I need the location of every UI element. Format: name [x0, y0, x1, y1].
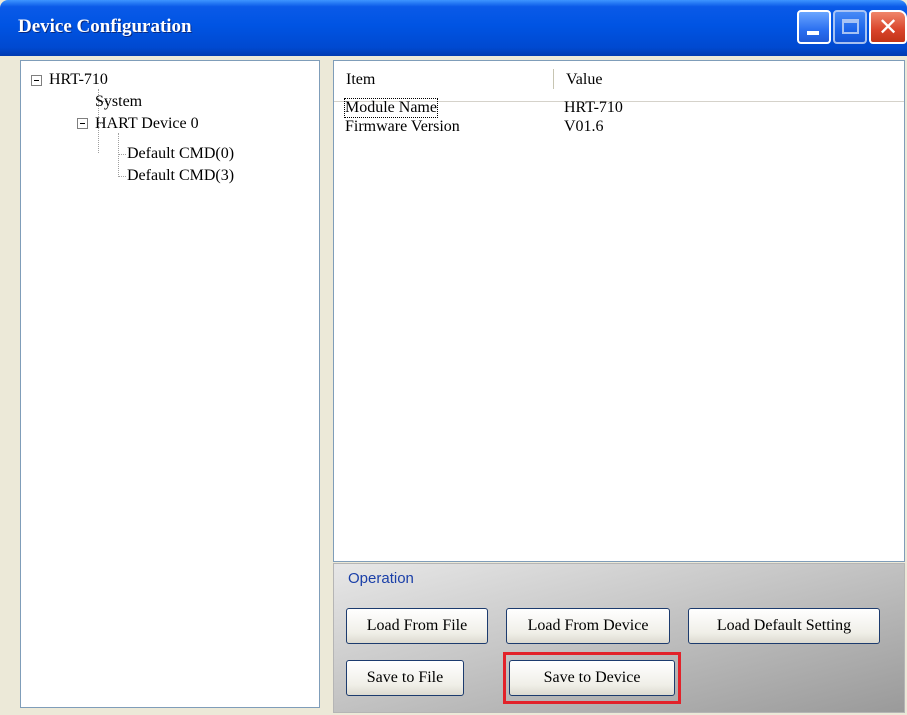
load-from-file-button[interactable]: Load From File: [346, 608, 488, 644]
device-tree[interactable]: HRT-710 System HART Device 0 Default CMD…: [20, 60, 320, 708]
maximize-icon: [842, 19, 859, 34]
collapse-icon[interactable]: [31, 75, 42, 86]
maximize-button[interactable]: [833, 10, 867, 44]
column-header-value[interactable]: Value: [566, 71, 602, 89]
column-header-item[interactable]: Item: [346, 71, 375, 89]
tree-node-hart-device-0[interactable]: HART Device 0: [95, 115, 199, 133]
tree-node-hrt710[interactable]: HRT-710: [49, 71, 108, 89]
list-header: Item Value: [334, 61, 904, 102]
tree-node-default-cmd-0[interactable]: Default CMD(0): [127, 145, 234, 163]
close-button[interactable]: ✕: [869, 10, 907, 44]
list-row-item[interactable]: Firmware Version: [345, 118, 460, 136]
list-row-value: HRT-710: [564, 99, 623, 116]
operation-label: Operation: [348, 570, 414, 587]
minimize-button[interactable]: [797, 10, 831, 44]
column-divider[interactable]: [553, 69, 554, 89]
list-row-value: V01.6: [564, 118, 604, 135]
tree-node-system[interactable]: System: [95, 93, 142, 111]
minimize-icon: [807, 31, 819, 35]
tree-connector: [118, 154, 126, 155]
operation-group: Operation Load From File Load From Devic…: [333, 563, 905, 713]
save-to-device-highlight: [503, 652, 681, 704]
save-to-file-button[interactable]: Save to File: [346, 660, 464, 696]
tree-connector: [118, 133, 119, 177]
load-from-device-button[interactable]: Load From Device: [506, 608, 670, 644]
tree-connector: [118, 176, 126, 177]
list-row-item[interactable]: Module Name: [344, 98, 438, 118]
window-title: Device Configuration: [18, 16, 192, 37]
close-icon: ✕: [878, 13, 899, 41]
load-default-setting-button[interactable]: Load Default Setting: [688, 608, 880, 644]
collapse-icon[interactable]: [77, 118, 88, 129]
item-value-list[interactable]: Item Value Module Name HRT-710 Firmware …: [333, 60, 905, 562]
title-bar[interactable]: Device Configuration ✕: [0, 0, 907, 56]
tree-node-default-cmd-3[interactable]: Default CMD(3): [127, 167, 234, 185]
device-configuration-window: Device Configuration ✕ HRT-710 System HA…: [0, 0, 907, 715]
